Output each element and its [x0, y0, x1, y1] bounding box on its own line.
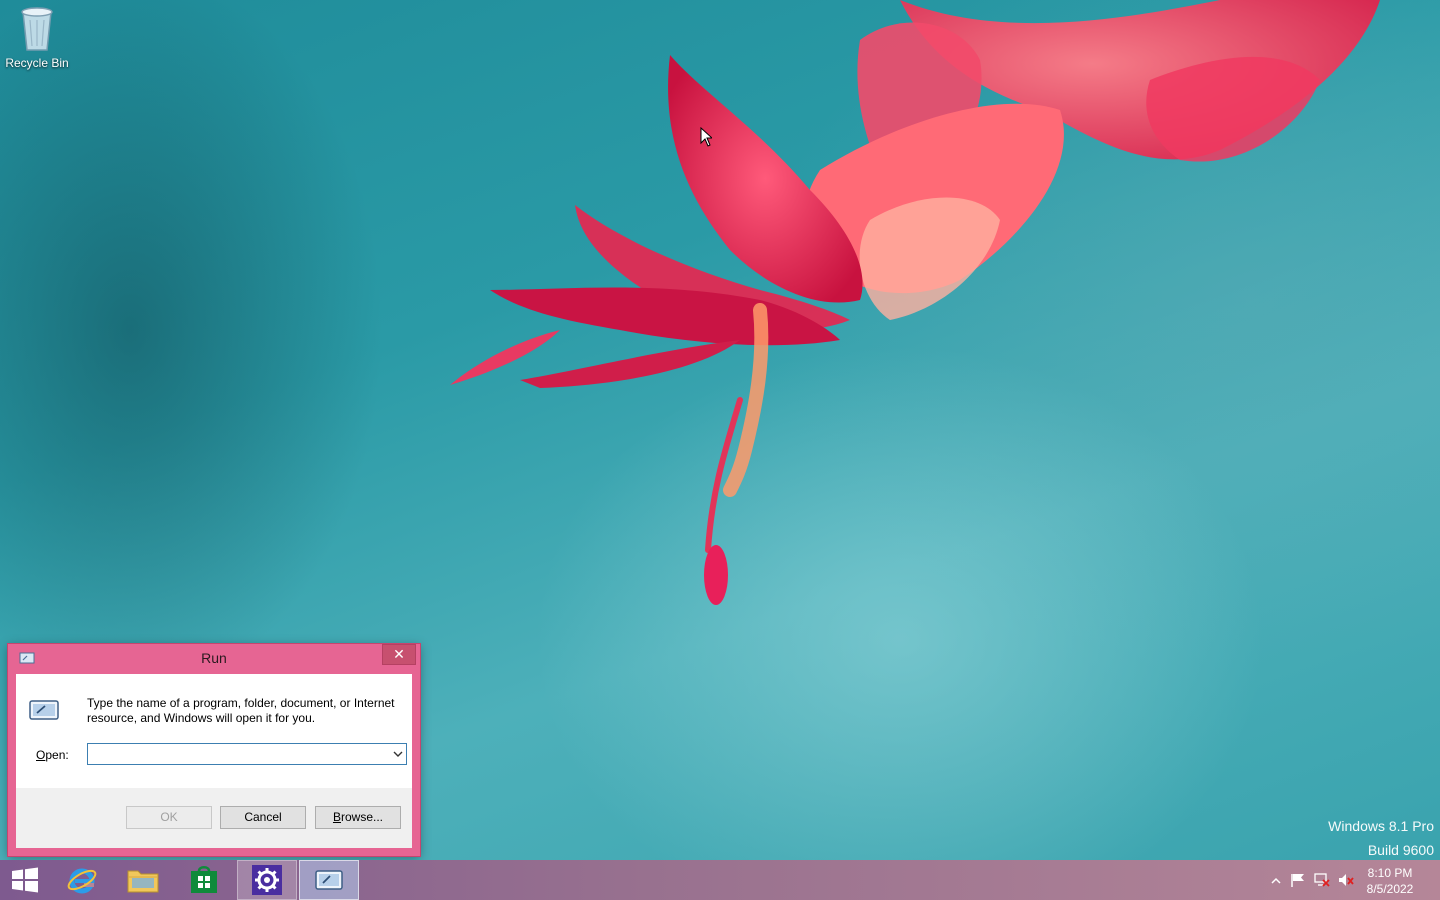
run-dialog-titlebar[interactable]: Run ✕	[8, 644, 420, 674]
taskbar-run[interactable]	[299, 860, 359, 900]
ok-button[interactable]: OK	[126, 806, 212, 829]
windows-version-watermark: Windows 8.1 Pro Build 9600	[1328, 814, 1434, 860]
run-program-icon	[29, 700, 59, 720]
start-button[interactable]	[0, 860, 50, 900]
browse-label: rowse...	[341, 810, 384, 824]
run-dialog-footer: OK Cancel Browse...	[16, 788, 412, 848]
flag-icon[interactable]	[1290, 873, 1306, 887]
desktop-icon-recycle-bin[interactable]: Recycle Bin	[2, 4, 72, 70]
run-icon	[315, 870, 343, 890]
taskbar-file-explorer[interactable]	[113, 860, 173, 900]
open-label-text: pen:	[45, 748, 69, 762]
system-tray: 8:10 PM 8/5/2022	[1260, 860, 1440, 900]
open-combobox[interactable]	[87, 743, 407, 765]
browse-mnemonic: B	[332, 810, 341, 824]
gear-icon	[252, 865, 282, 895]
folder-icon	[127, 870, 159, 893]
taskbar: 8:10 PM 8/5/2022	[0, 860, 1440, 900]
recycle-bin-icon	[21, 7, 53, 51]
run-dialog-title: Run	[201, 650, 227, 666]
speaker-muted-icon[interactable]	[1338, 873, 1354, 887]
watermark-edition: Windows 8.1 Pro	[1328, 818, 1434, 834]
windows-logo-icon	[12, 867, 38, 893]
close-icon: ✕	[393, 647, 405, 663]
network-icon[interactable]	[1314, 873, 1330, 887]
taskbar-settings[interactable]	[237, 860, 297, 900]
cancel-button[interactable]: Cancel	[220, 806, 306, 829]
run-dialog-body: Type the name of a program, folder, docu…	[16, 674, 412, 848]
mouse-cursor-icon	[700, 127, 712, 147]
clock-date: 8/5/2022	[1366, 882, 1414, 896]
taskbar-clock[interactable]: 8:10 PM 8/5/2022	[1360, 865, 1420, 897]
chevron-up-icon[interactable]	[1268, 873, 1284, 887]
close-button[interactable]: ✕	[382, 644, 416, 665]
open-label-mnemonic: O	[36, 748, 46, 762]
taskbar-internet-explorer[interactable]	[52, 860, 112, 900]
internet-explorer-icon	[67, 868, 97, 894]
chevron-down-icon[interactable]	[392, 748, 404, 760]
open-label: Open:	[36, 748, 69, 762]
watermark-build: Build 9600	[1367, 842, 1434, 858]
open-input[interactable]	[90, 745, 380, 763]
run-description: Type the name of a program, folder, docu…	[87, 696, 395, 725]
store-icon	[191, 866, 217, 893]
clock-time: 8:10 PM	[1367, 866, 1413, 880]
run-dialog[interactable]: Run ✕ Type the name of a program, folder…	[8, 644, 420, 856]
taskbar-windows-store[interactable]	[174, 860, 234, 900]
browse-button[interactable]: Browse...	[315, 806, 401, 829]
desktop-icon-label: Recycle Bin	[5, 56, 69, 70]
